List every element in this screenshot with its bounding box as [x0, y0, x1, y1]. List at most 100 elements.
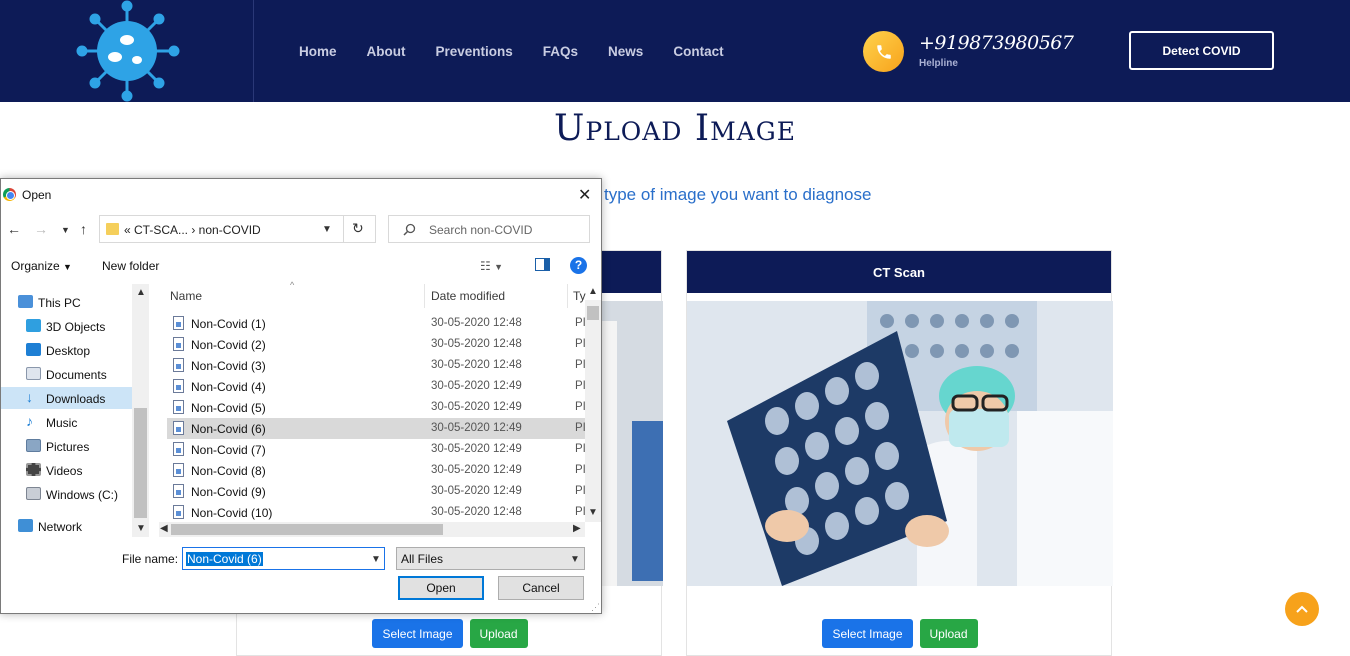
file-name: Non-Covid (8)	[191, 464, 266, 478]
filename-input[interactable]: Non-Covid (6) ▼	[182, 547, 385, 570]
file-row[interactable]: Non-Covid (8) 30-05-2020 12:49 PI	[167, 460, 586, 481]
helpline-label: Helpline	[919, 58, 958, 69]
file-row[interactable]: Non-Covid (5) 30-05-2020 12:49 PI	[167, 397, 586, 418]
virus-logo-icon[interactable]	[70, 0, 185, 102]
file-row[interactable]: Non-Covid (9) 30-05-2020 12:49 PI	[167, 481, 586, 502]
nav-about[interactable]: About	[367, 44, 406, 59]
file-row[interactable]: Non-Covid (2) 30-05-2020 12:48 PI	[167, 334, 586, 355]
file-date: 30-05-2020 12:49	[431, 464, 522, 476]
sidebar-item-windows-c[interactable]: Windows (C:)	[1, 483, 132, 505]
column-header-date[interactable]: Date modified	[431, 289, 505, 303]
file-row[interactable]: Non-Covid (7) 30-05-2020 12:49 PI	[167, 439, 586, 460]
detect-covid-button[interactable]: Detect COVID	[1129, 31, 1274, 70]
file-open-dialog: Open ✕ ← → ▼ ↑ « CT-SCA... › non-COVID ▼…	[0, 178, 602, 614]
cancel-button[interactable]: Cancel	[498, 576, 584, 600]
address-path: « CT-SCA... › non-COVID	[124, 223, 261, 237]
file-row[interactable]: Non-Covid (10) 30-05-2020 12:48 PI	[167, 502, 585, 520]
file-name: Non-Covid (5)	[191, 401, 266, 415]
filter-value: All Files	[401, 552, 444, 566]
nav-preventions[interactable]: Preventions	[436, 44, 513, 59]
nav-home[interactable]: Home	[299, 44, 337, 59]
sidebar-item-3d-objects[interactable]: 3D Objects	[1, 315, 132, 337]
file-list-vertical-scrollbar[interactable]: ▲ ▼	[585, 286, 601, 522]
scroll-up-icon[interactable]: ▲	[136, 287, 146, 298]
column-header-type[interactable]: Ty	[573, 289, 586, 303]
address-bar[interactable]: « CT-SCA... › non-COVID ▼ ↻	[99, 215, 376, 243]
scroll-down-icon[interactable]: ▼	[588, 507, 598, 518]
dialog-titlebar[interactable]: Open ✕	[1, 179, 601, 210]
view-options-icon[interactable]: ☷ ▼	[480, 259, 503, 273]
forward-arrow-icon[interactable]: →	[34, 221, 48, 237]
music-icon: ♪	[26, 413, 33, 429]
chevron-down-icon[interactable]: ▼	[322, 224, 332, 235]
file-name: Non-Covid (4)	[191, 380, 266, 394]
file-type-filter-select[interactable]: All Files ▼	[396, 547, 585, 570]
computer-icon	[18, 295, 33, 308]
navigation-scrollbar[interactable]: ▲ ▼	[132, 284, 149, 537]
scroll-up-icon[interactable]: ▲	[588, 286, 598, 297]
sidebar-item-pictures[interactable]: Pictures	[1, 435, 132, 457]
address-separator	[343, 216, 344, 242]
card-title: CT Scan	[687, 251, 1111, 293]
sidebar-item-documents[interactable]: Documents	[1, 363, 132, 385]
sidebar-item-downloads[interactable]: ↓ Downloads	[1, 387, 132, 409]
scroll-left-icon[interactable]: ◀	[160, 523, 168, 534]
back-arrow-icon[interactable]: ←	[7, 221, 21, 237]
dialog-nav-row: ← → ▼ ↑ « CT-SCA... › non-COVID ▼ ↻ Sear…	[1, 215, 601, 245]
sidebar-item-label: This PC	[38, 296, 81, 310]
sort-ascending-icon: ^	[290, 280, 295, 290]
scrollbar-thumb[interactable]	[171, 524, 443, 535]
image-file-icon	[173, 505, 184, 519]
organize-menu[interactable]: Organize ▼	[11, 259, 72, 273]
up-arrow-icon[interactable]: ↑	[80, 221, 87, 237]
help-icon[interactable]: ?	[570, 257, 587, 274]
search-input[interactable]: Search non-COVID	[388, 215, 590, 243]
nav-news[interactable]: News	[608, 44, 643, 59]
column-separator[interactable]	[567, 284, 568, 308]
scroll-down-icon[interactable]: ▼	[136, 523, 146, 534]
select-image-button[interactable]: Select Image	[372, 619, 463, 648]
sidebar-item-videos[interactable]: Videos	[1, 459, 132, 481]
nav-contact[interactable]: Contact	[673, 44, 723, 59]
file-row[interactable]: Non-Covid (4) 30-05-2020 12:49 PI	[167, 376, 586, 397]
column-header-name[interactable]: Name	[170, 289, 202, 303]
preview-pane-icon[interactable]	[535, 258, 550, 274]
sidebar-item-this-pc[interactable]: This PC	[1, 291, 132, 313]
column-separator[interactable]	[424, 284, 425, 308]
scrollbar-thumb[interactable]	[134, 408, 147, 518]
select-image-button[interactable]: Select Image	[822, 619, 913, 648]
scroll-to-top-button[interactable]	[1285, 592, 1319, 626]
card-actions: Select Image Upload	[687, 619, 1113, 648]
sidebar-item-desktop[interactable]: Desktop	[1, 339, 132, 361]
close-icon[interactable]: ✕	[578, 185, 591, 205]
sidebar-item-music[interactable]: ♪ Music	[1, 411, 132, 433]
sidebar-item-network[interactable]: Network	[1, 515, 132, 537]
file-row[interactable]: Non-Covid (3) 30-05-2020 12:48 PI	[167, 355, 586, 376]
image-file-icon	[173, 421, 184, 435]
sidebar-item-label: Windows (C:)	[46, 488, 119, 502]
navigation-pane: This PC 3D Objects Desktop Documents ↓ D…	[1, 284, 149, 537]
card-actions: Select Image Upload	[237, 619, 663, 648]
chevron-up-icon	[1296, 605, 1308, 613]
refresh-icon[interactable]: ↻	[352, 220, 364, 237]
file-list-horizontal-scrollbar[interactable]: ◀ ▶	[159, 522, 585, 537]
file-row-selected[interactable]: Non-Covid (6) 30-05-2020 12:49 PI	[167, 418, 586, 439]
recent-locations-icon[interactable]: ▼	[61, 225, 70, 235]
file-row[interactable]: Non-Covid (1) 30-05-2020 12:48 PI	[167, 313, 586, 334]
open-button[interactable]: Open	[398, 576, 484, 600]
organize-label: Organize	[11, 259, 60, 273]
chevron-down-icon[interactable]: ▼	[371, 554, 381, 565]
header-divider	[253, 0, 254, 102]
file-date: 30-05-2020 12:49	[431, 422, 522, 434]
upload-button[interactable]: Upload	[919, 619, 978, 648]
upload-button[interactable]: Upload	[469, 619, 528, 648]
scrollbar-thumb[interactable]	[587, 306, 599, 320]
file-date: 30-05-2020 12:48	[431, 317, 522, 329]
image-file-icon	[173, 400, 184, 414]
nav-faqs[interactable]: FAQs	[543, 44, 578, 59]
new-folder-button[interactable]: New folder	[102, 259, 159, 273]
file-date: 30-05-2020 12:48	[431, 359, 522, 371]
resize-grip-icon[interactable]: ⋰	[591, 602, 600, 613]
scroll-right-icon[interactable]: ▶	[573, 523, 581, 534]
sidebar-item-label: Videos	[46, 464, 83, 478]
